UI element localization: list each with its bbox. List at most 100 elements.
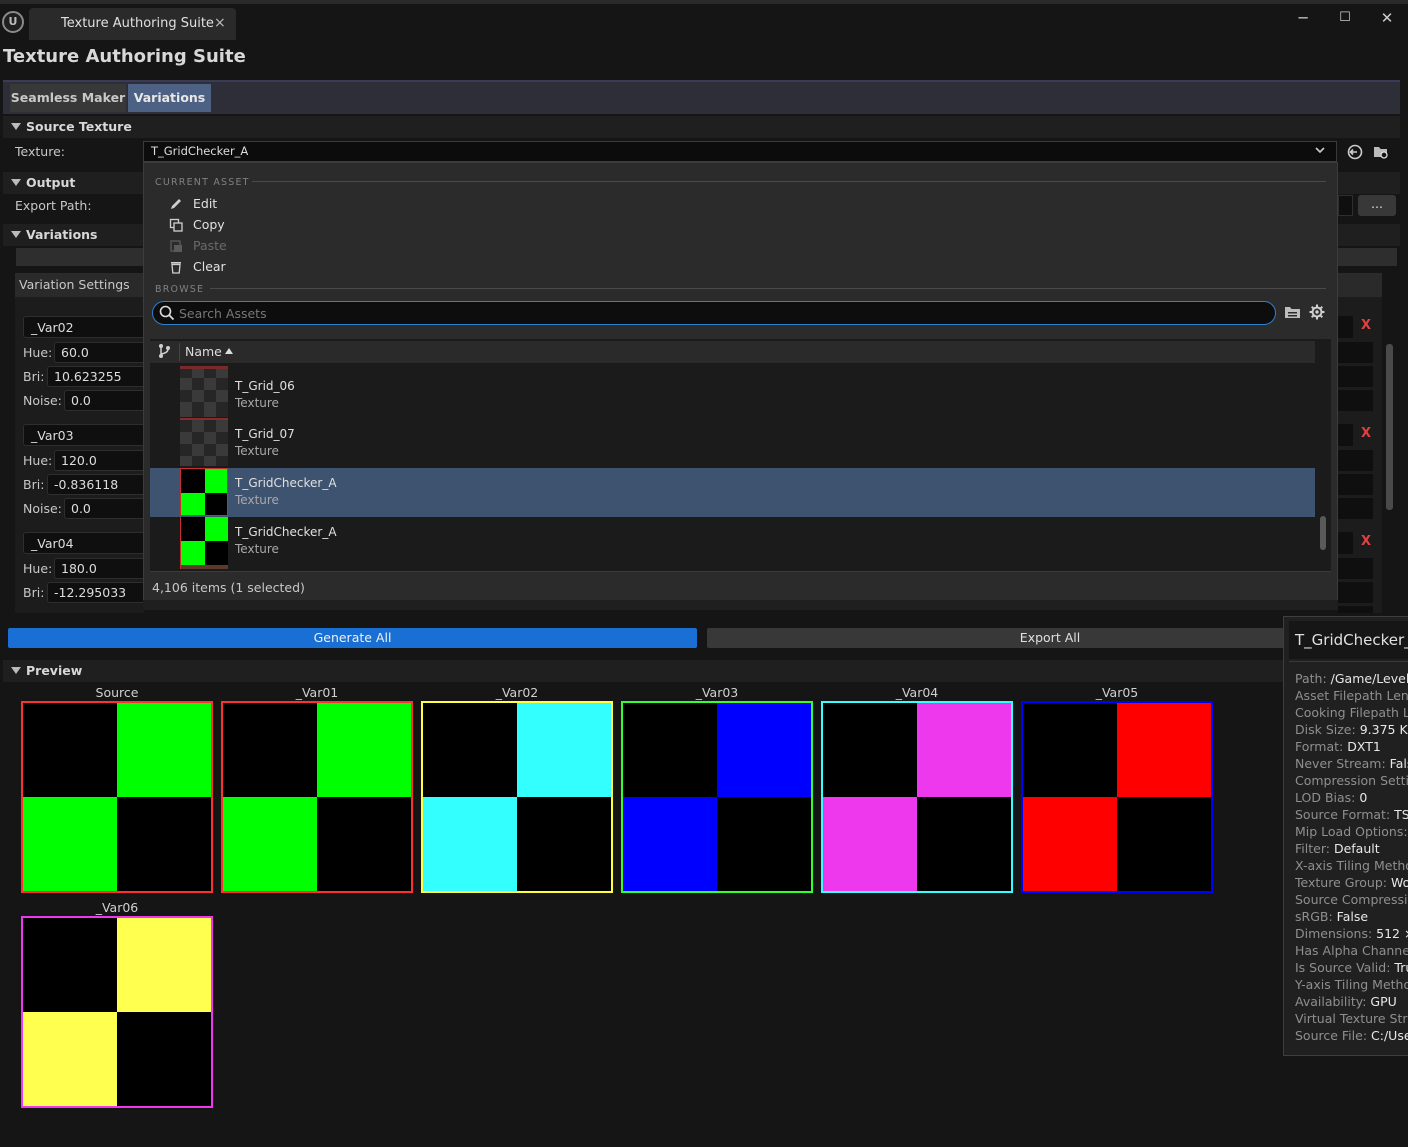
divider (179, 343, 180, 361)
maximize-icon[interactable]: ☐ (1332, 10, 1358, 25)
remove-variation-button[interactable]: X (1361, 426, 1371, 441)
browse-export-path-button[interactable]: ... (1358, 195, 1396, 216)
minimize-icon[interactable]: ─ (1290, 9, 1316, 27)
preview-label: _Var01 (295, 685, 339, 700)
section-variations-tail (1338, 224, 1400, 246)
preview-tile[interactable] (1021, 701, 1213, 893)
tooltip-row: Never Stream: False (1295, 756, 1408, 771)
checker-cell (517, 703, 611, 797)
export-path-label: Export Path: (15, 198, 92, 213)
tooltip-row: Asset Filepath Leng (1295, 688, 1408, 703)
asset-name: T_Grid_07 (235, 427, 295, 441)
search-icon (159, 305, 175, 321)
section-preview[interactable]: Preview (3, 660, 1285, 682)
tooltip-value: False (1336, 909, 1369, 924)
source-filter-icon[interactable] (157, 343, 172, 359)
preview-tile[interactable] (421, 701, 613, 893)
preview-tile[interactable] (21, 701, 213, 893)
noise-field[interactable]: 0.0 (64, 390, 146, 411)
checker-cell (823, 797, 917, 891)
variation-name-field[interactable]: _Var03 (23, 424, 148, 446)
checker-cell (23, 1012, 117, 1106)
tooltip-key: Asset Filepath Leng (1295, 688, 1408, 703)
preview-tile[interactable] (821, 701, 1013, 893)
tooltip-value: C:/User (1371, 1028, 1408, 1043)
brightness-field[interactable]: -0.836118 (47, 474, 146, 495)
preview-tile[interactable] (21, 916, 213, 1108)
hue-field[interactable]: 60.0 (54, 342, 146, 363)
current-asset-header: CURRENT ASSET (155, 177, 250, 188)
remove-variation-button[interactable]: X (1361, 318, 1371, 333)
tooltip-value: 9.375 KiB (1359, 722, 1408, 737)
section-output-tail (1338, 172, 1400, 194)
window-close-icon[interactable]: ✕ (1374, 9, 1400, 27)
asset-row[interactable] (150, 371, 1315, 417)
tooltip-key: Filter: (1295, 841, 1330, 856)
collapse-arrow-icon (11, 667, 21, 674)
variation-name-field[interactable]: _Var02 (23, 316, 148, 338)
search-input[interactable] (179, 305, 1239, 321)
tooltip-key: Y-axis Tiling Metho (1295, 977, 1408, 992)
tooltip-row: Texture Group: Wor (1295, 875, 1408, 890)
preview-tile[interactable] (621, 701, 813, 893)
variation-settings-header-tail (1338, 273, 1382, 297)
checker-cell (623, 797, 717, 891)
brightness-label: Bri: (23, 585, 45, 600)
items-count: 4,106 items (1 selected) (152, 580, 305, 595)
brightness-field[interactable]: 10.623255 (47, 366, 146, 387)
hue-field[interactable]: 180.0 (54, 558, 146, 579)
variation-name-field[interactable]: _Var04 (23, 532, 148, 554)
tooltip-key: Format: (1295, 739, 1344, 754)
asset-thumbnail (180, 366, 228, 417)
section-title: Source Texture (26, 119, 132, 134)
field-edge (1338, 366, 1373, 387)
noise-label: Noise: (23, 393, 62, 408)
remove-variation-button[interactable]: X (1361, 534, 1371, 549)
variation-list-scrollbar[interactable] (1386, 344, 1393, 510)
noise-field[interactable]: 0.0 (64, 498, 146, 519)
tooltip-row: Y-axis Tiling Metho (1295, 977, 1408, 992)
hue-label: Hue: (23, 345, 53, 360)
asset-type: Texture (235, 493, 279, 507)
tab-close-icon[interactable]: × (214, 15, 226, 31)
preview-tile[interactable] (221, 701, 413, 893)
texture-asset-combo[interactable] (143, 141, 1337, 162)
tooltip-row: Source Format: TSF (1295, 807, 1408, 822)
chevron-down-icon[interactable] (1314, 144, 1326, 156)
hue-label: Hue: (23, 561, 53, 576)
tooltip-row: Disk Size: 9.375 KiB (1295, 722, 1408, 737)
tab-seamless-maker[interactable]: Seamless Maker (10, 84, 126, 112)
export-path-field-edge[interactable] (1338, 195, 1353, 216)
menu-item-paste[interactable]: Paste (193, 238, 227, 253)
hue-field[interactable]: 120.0 (54, 450, 146, 471)
tooltip-key: Cooking Filepath Le (1295, 705, 1408, 720)
column-header-name[interactable]: Name (185, 344, 222, 359)
tab-variations[interactable]: Variations (128, 84, 211, 112)
section-output[interactable]: Output (3, 172, 143, 194)
field-edge (1338, 558, 1373, 579)
tooltip-key: Dimensions: (1295, 926, 1373, 941)
tooltip-row: Availability: GPU (1295, 994, 1397, 1009)
asset-list-scrollbar-thumb[interactable] (1320, 516, 1326, 550)
browse-to-asset-icon[interactable] (1372, 143, 1390, 161)
engine-logo-icon: U (2, 11, 24, 33)
preview-label: _Var04 (895, 685, 939, 700)
folder-view-icon[interactable] (1284, 305, 1301, 320)
tooltip-row: X-axis Tiling Metho (1295, 858, 1408, 873)
menu-item-edit[interactable]: Edit (193, 196, 217, 211)
tooltip-key: Has Alpha Channel: (1295, 943, 1408, 958)
brightness-field[interactable]: -12.295033 (47, 582, 146, 603)
menu-item-clear[interactable]: Clear (193, 259, 226, 274)
section-variations[interactable]: Variations (3, 224, 143, 246)
preview-label: _Var02 (495, 685, 539, 700)
field-edge (1338, 498, 1373, 519)
settings-gear-icon[interactable] (1309, 304, 1325, 320)
tooltip-key: Disk Size: (1295, 722, 1356, 737)
generate-all-button[interactable]: Generate All (8, 628, 697, 648)
asset-row[interactable] (150, 419, 1315, 467)
tooltip-key: Mip Load Options: (1295, 824, 1408, 839)
texture-combo-value: T_GridChecker_A (151, 144, 249, 158)
use-selected-asset-icon[interactable] (1346, 143, 1364, 161)
section-source-texture[interactable]: Source Texture (3, 116, 1400, 138)
menu-item-copy[interactable]: Copy (193, 217, 225, 232)
